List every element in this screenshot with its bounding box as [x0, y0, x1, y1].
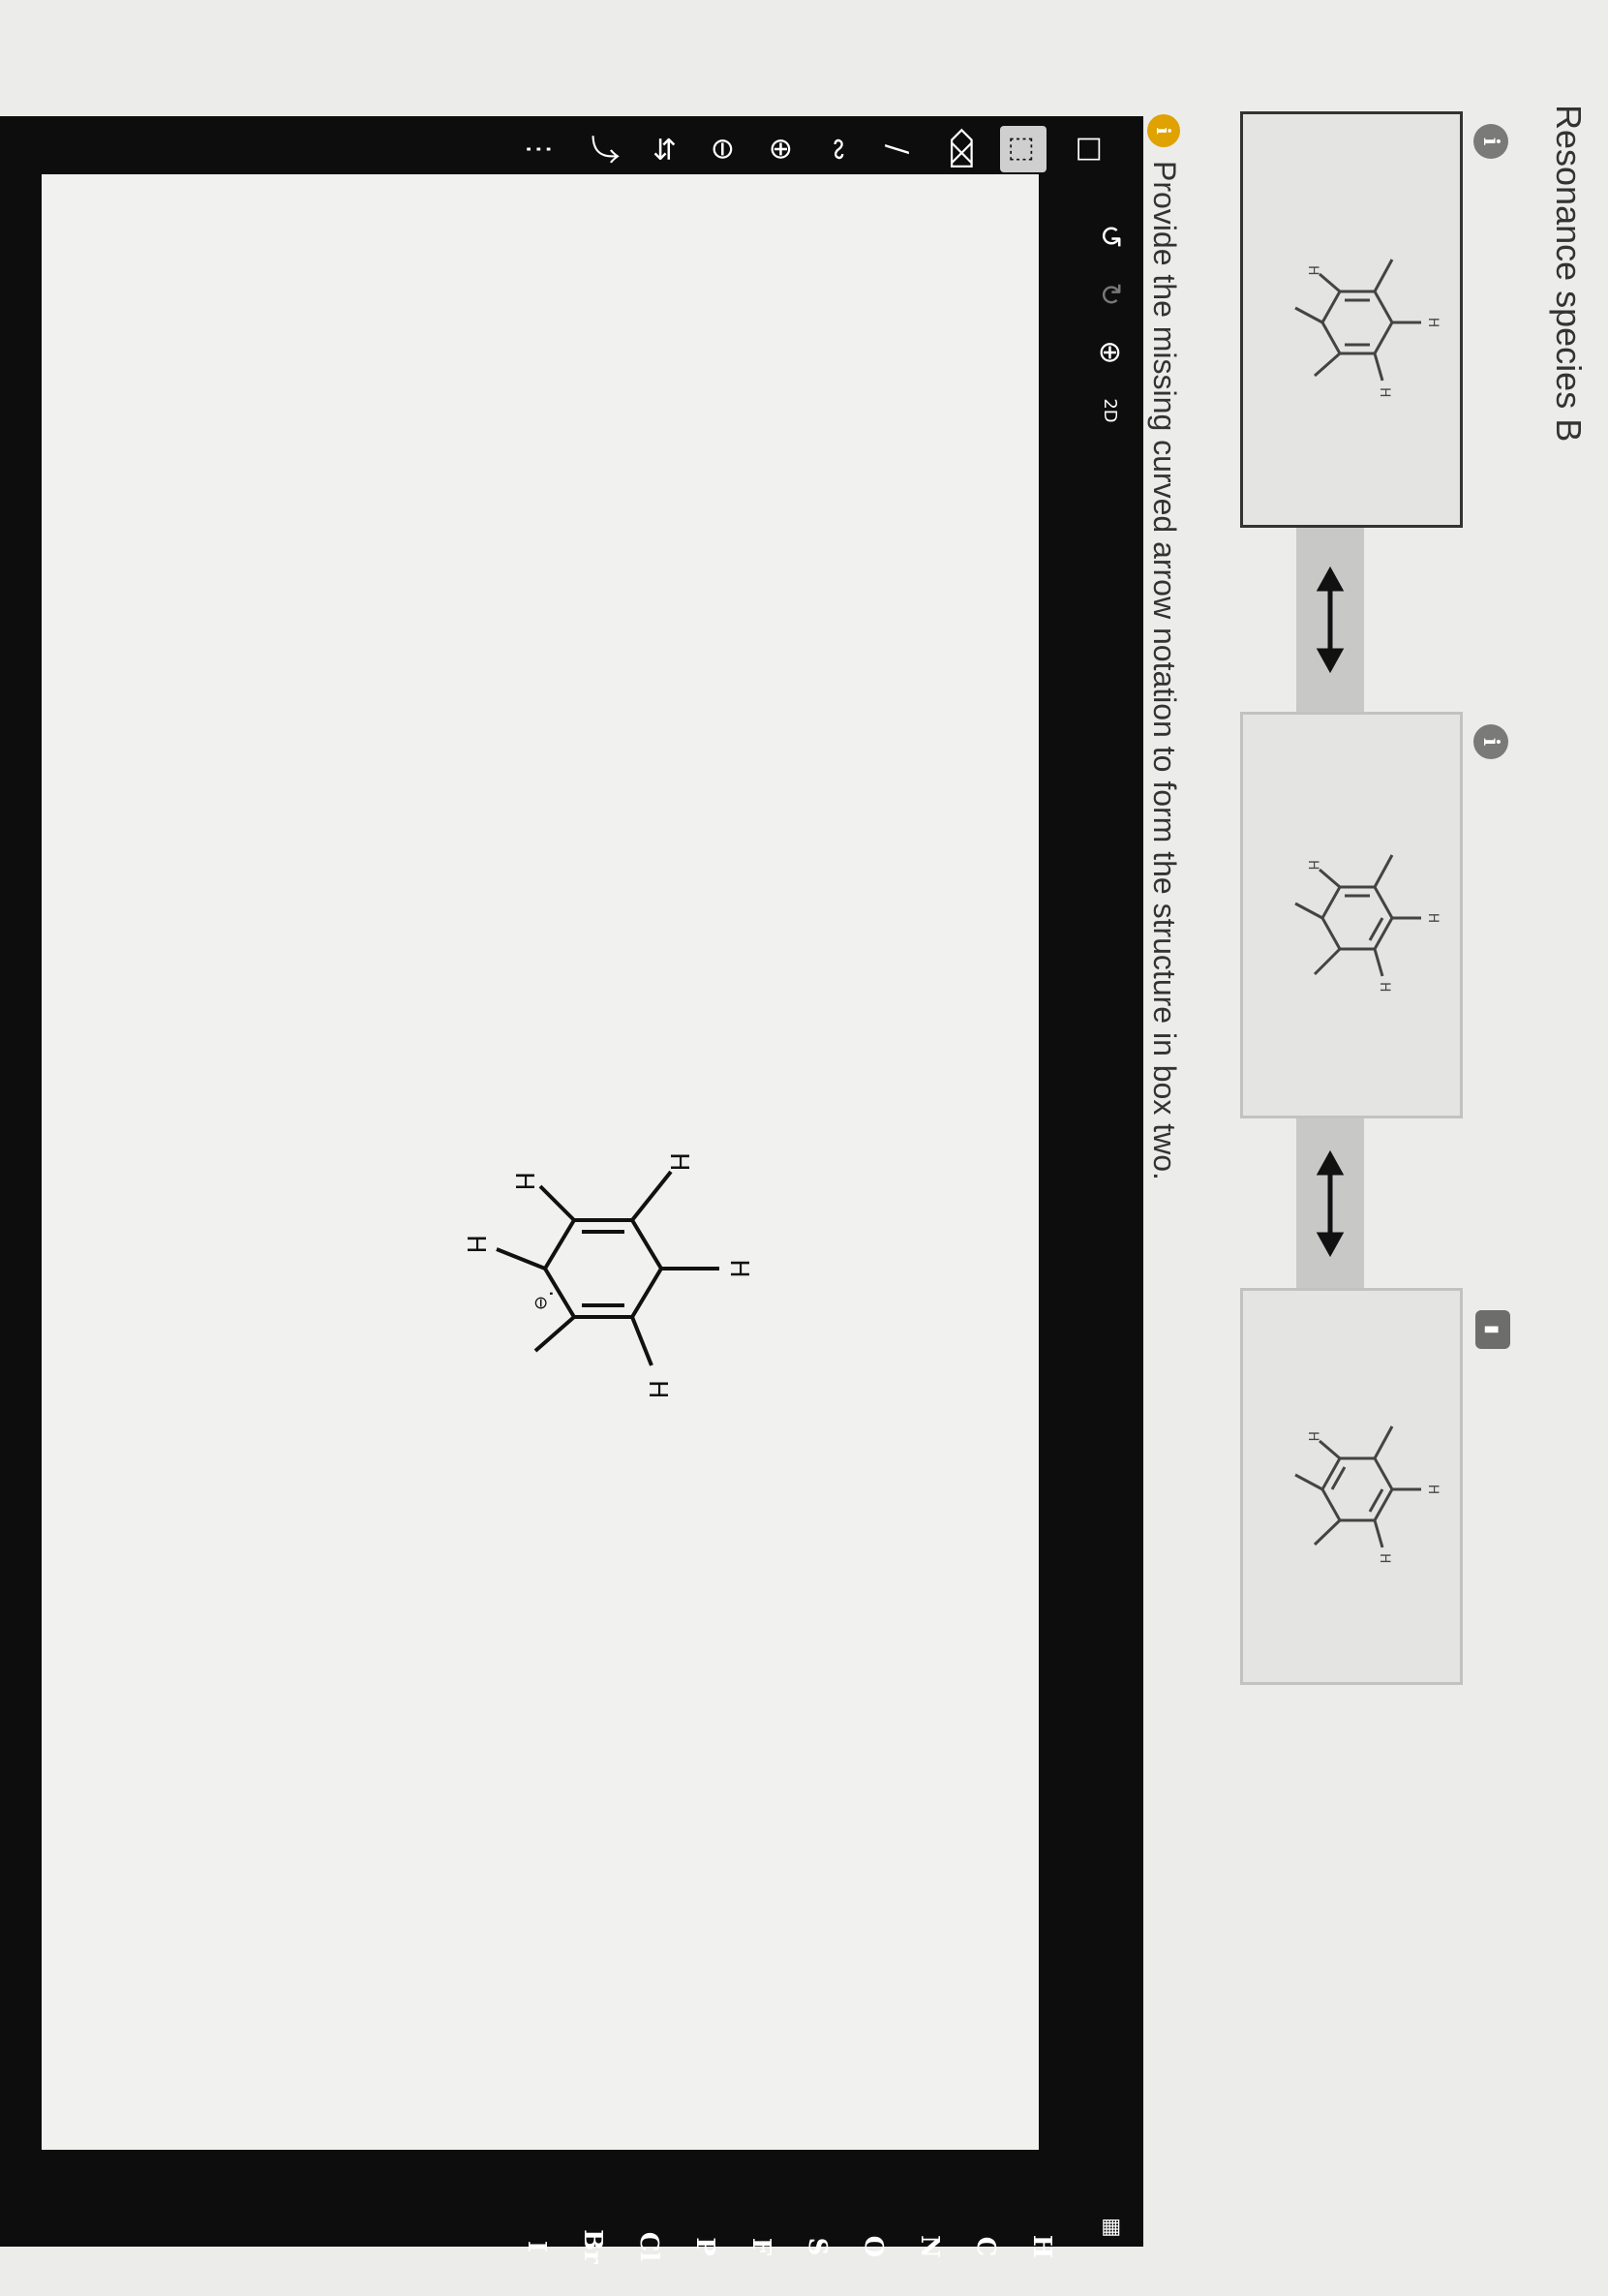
info-icon[interactable]: i — [1473, 124, 1508, 159]
resonance-arrow-one — [1296, 528, 1364, 712]
element-f[interactable]: F — [746, 2238, 775, 2255]
resonance-box-two[interactable]: i H H H — [1240, 712, 1508, 1118]
element-p[interactable]: P — [690, 2237, 719, 2256]
element-h[interactable]: H — [1027, 2235, 1056, 2259]
resonance-box-three[interactable]: ▮ H H H — [1240, 1288, 1510, 1685]
svg-text:H: H — [1425, 913, 1441, 924]
2d-3d-toggle-icon[interactable]: 2D — [1087, 387, 1134, 434]
resonance-box-one[interactable]: i H H H — [1240, 111, 1508, 528]
page-title: Resonance species B — [1549, 105, 1589, 443]
svg-text:H: H — [1377, 387, 1392, 398]
minus-charge-icon[interactable]: ⊖ — [700, 126, 746, 172]
redo-icon[interactable]: ↻ — [1087, 271, 1134, 318]
element-n[interactable]: N — [915, 2235, 944, 2258]
drawing-canvas[interactable]: H H H H H : ⊖ — [42, 174, 1039, 2150]
element-i[interactable]: I — [522, 2241, 551, 2252]
bond-icon[interactable]: ∕ — [874, 126, 921, 172]
lock-icon: ▮ — [1475, 1310, 1510, 1349]
plus-charge-icon[interactable]: ⊕ — [758, 126, 804, 172]
element-s[interactable]: S — [803, 2238, 832, 2256]
undo-icon[interactable]: ↺ — [1087, 213, 1134, 260]
svg-text:H: H — [1305, 265, 1320, 276]
element-palette: H C N O S F P Cl Br I — [320, 2218, 1056, 2276]
svg-text:H: H — [1305, 860, 1320, 871]
chain-icon[interactable]: ∾ — [816, 126, 863, 172]
svg-text:H: H — [643, 1380, 672, 1399]
element-c[interactable]: C — [971, 2237, 1000, 2257]
element-br[interactable]: Br — [578, 2229, 607, 2264]
canvas-structure: H H H H H : ⊖ — [461, 1152, 753, 1399]
info-icon[interactable]: i — [1473, 724, 1508, 759]
eraser-icon[interactable]: ⌫ — [937, 126, 984, 172]
svg-text:H: H — [461, 1235, 490, 1254]
drawing-editor: ↺ ↻ ⊕ 2D □ ⬚ ⌫ ∕ ∾ ⊕ ⊖ ⇆ ⤴ ⋮ H H H H H:… — [0, 116, 1143, 2264]
new-document-icon[interactable]: □ — [1068, 126, 1114, 172]
resonance-arrow-two — [1296, 1118, 1364, 1288]
svg-text:⊖: ⊖ — [531, 1296, 551, 1310]
element-cl[interactable]: Cl — [634, 2232, 663, 2262]
electron-flow-icon[interactable]: ⇆ — [642, 126, 688, 172]
svg-text:H: H — [1425, 318, 1441, 328]
structure-box-two: H H H — [1294, 854, 1441, 993]
svg-text:H: H — [724, 1259, 753, 1278]
svg-text:H: H — [509, 1172, 538, 1191]
svg-text:H: H — [1425, 1485, 1441, 1495]
marquee-select-icon[interactable]: ⬚ — [1000, 126, 1047, 172]
question-prompt: i Provide the missing curved arrow notat… — [1146, 114, 1182, 1180]
svg-text:H: H — [1377, 982, 1392, 993]
prompt-text: Provide the missing curved arrow notatio… — [1147, 161, 1182, 1180]
element-o[interactable]: O — [859, 2236, 888, 2258]
structure-box-three: H H H — [1294, 1425, 1441, 1564]
zoom-reset-icon[interactable]: ⊕ — [1087, 329, 1134, 376]
svg-text:H: H — [1305, 1431, 1320, 1442]
info-icon[interactable]: i — [1147, 114, 1181, 147]
lone-pair-icon[interactable]: ⋮ — [516, 126, 562, 172]
svg-text:H: H — [664, 1152, 693, 1172]
structure-box-one: H H H — [1294, 259, 1441, 398]
periodic-table-icon[interactable]: ▦ — [1085, 2218, 1124, 2266]
curved-arrow-icon[interactable]: ⤴ — [584, 126, 630, 172]
svg-text:H: H — [1377, 1553, 1392, 1564]
